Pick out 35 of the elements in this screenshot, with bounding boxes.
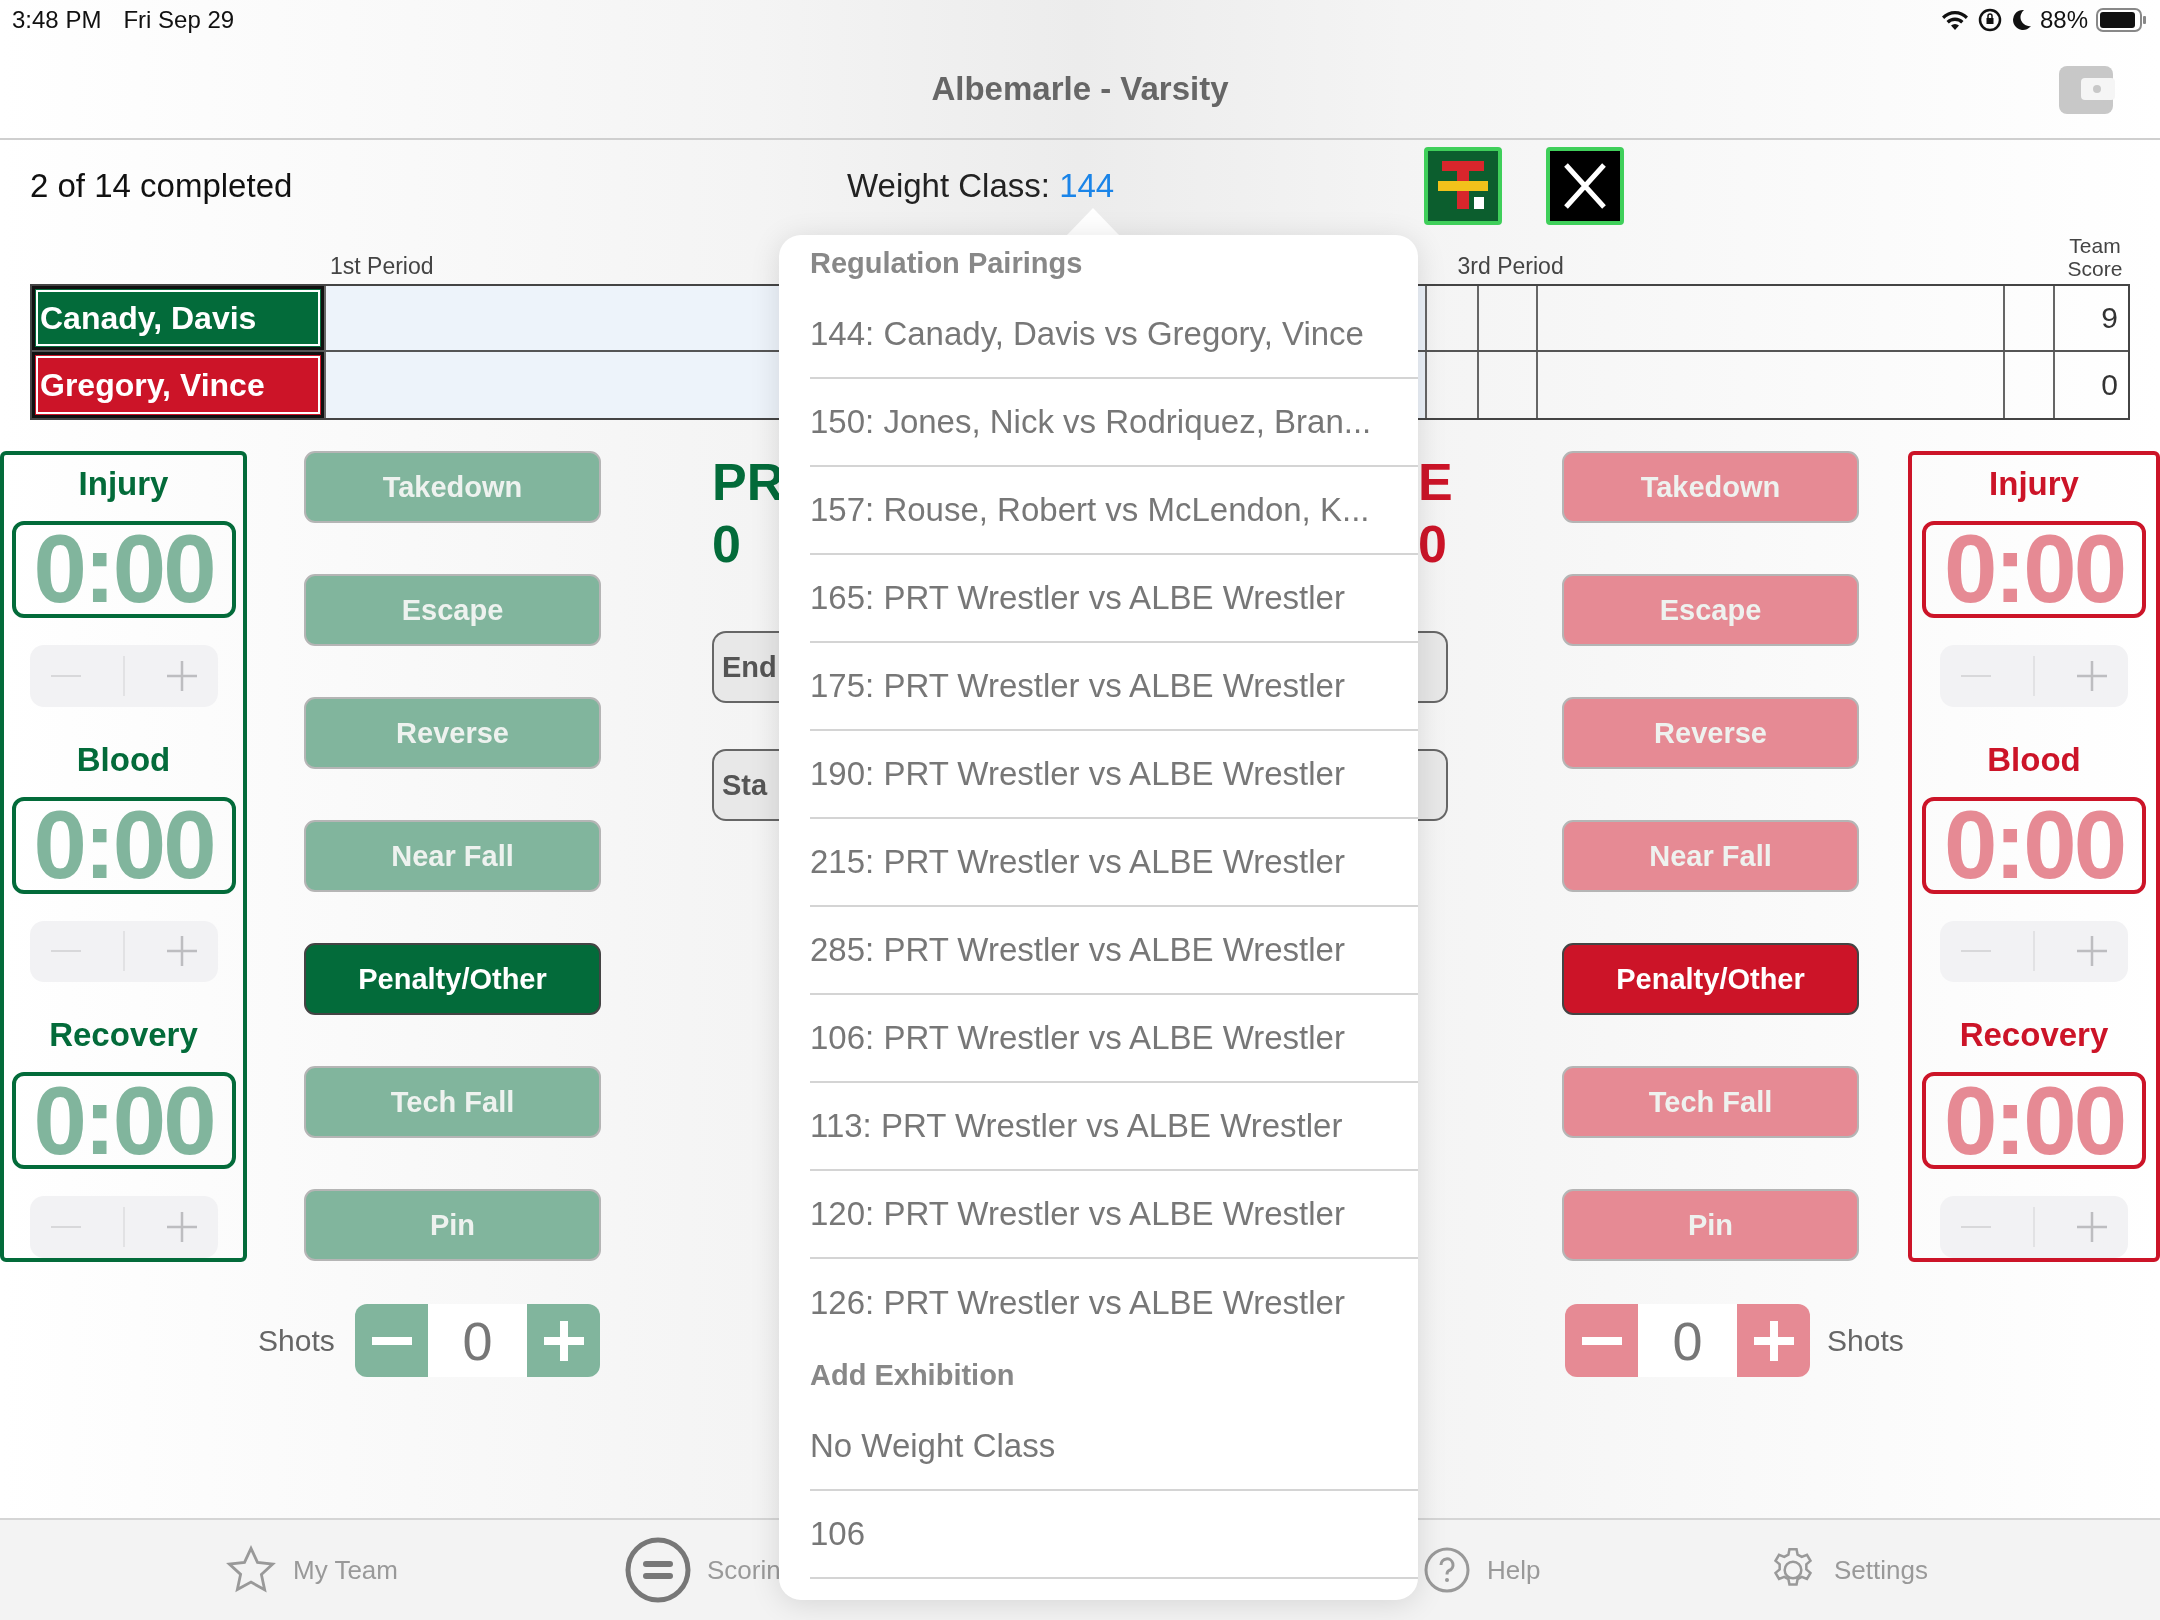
timer-display: 0:00: [1922, 796, 2146, 894]
timer-label: Blood: [76, 740, 171, 780]
shots-label: Shots: [1827, 1323, 1905, 1358]
section-header: Regulation Pairings: [810, 245, 1084, 281]
nav-title: Albemarle - Varsity: [931, 70, 1229, 108]
progress-text: 2 of 14 completed: [30, 167, 294, 205]
team-score: 0: [2053, 352, 2128, 418]
battery-percent: 88%: [2039, 6, 2088, 34]
timer-label: Injury: [1989, 465, 2079, 504]
status-time: 3:48 PM: [12, 6, 102, 34]
timer-label: Recovery: [49, 1016, 198, 1056]
team-abbreviation: PR: [712, 452, 785, 513]
period-header: 1st Period: [330, 253, 434, 280]
shots-count: 0: [1638, 1304, 1737, 1377]
team-abbreviation: E: [1418, 452, 1453, 513]
team-score-header: Team Score: [2066, 233, 2124, 280]
wrestler-name: Canady, Davis: [32, 286, 324, 350]
team-score: 0: [1418, 514, 1447, 575]
period-header: 3rd Period: [1457, 253, 1564, 280]
timer-display: 0:00: [11, 1072, 236, 1170]
team-score: 9: [2053, 286, 2128, 350]
shots-label: Shots: [258, 1323, 336, 1358]
timer-display: 0:00: [11, 796, 236, 894]
status-date: Fri Sep 29: [123, 6, 235, 34]
shots-count: 0: [428, 1304, 527, 1377]
team-score: 0: [712, 514, 741, 575]
timer-label: Blood: [1987, 740, 2081, 780]
timer-label: Injury: [78, 465, 169, 504]
weight-class-label: Weight Class: 144: [847, 167, 1116, 205]
wrestler-name: Gregory, Vince: [32, 352, 324, 418]
timer-display: 0:00: [1922, 520, 2146, 618]
timer-display: 0:00: [1922, 1072, 2146, 1170]
section-header: Add Exhibition: [810, 1357, 1016, 1393]
timer-display: 0:00: [11, 520, 236, 618]
timer-label: Recovery: [1959, 1016, 2109, 1056]
